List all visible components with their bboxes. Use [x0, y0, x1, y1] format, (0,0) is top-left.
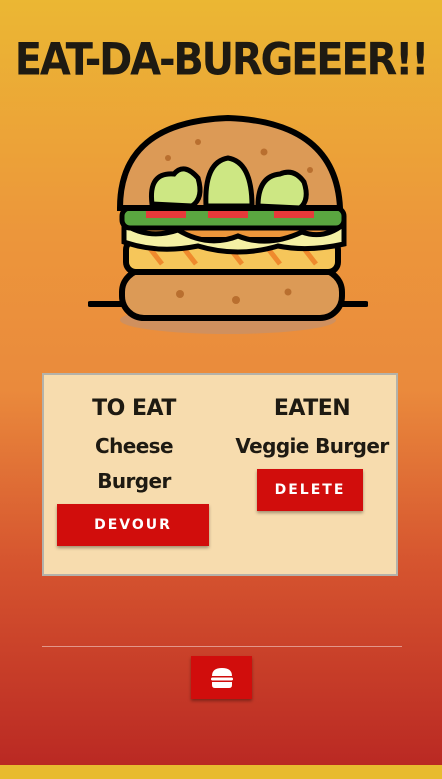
divider: [42, 646, 402, 647]
burger-illustration-icon: [88, 114, 368, 334]
burger-panel: TO EAT Cheese Burger DEVOUR EATEN Veggie…: [42, 373, 398, 576]
add-burger-button[interactable]: [191, 656, 252, 699]
delete-button[interactable]: DELETE: [257, 469, 363, 511]
to-eat-item-name: Cheese Burger: [95, 434, 174, 493]
eaten-item-name: Veggie Burger: [235, 434, 389, 458]
to-eat-title: TO EAT: [92, 396, 176, 421]
to-eat-column: TO EAT Cheese Burger: [58, 395, 210, 499]
devour-button[interactable]: DEVOUR: [57, 504, 209, 546]
page-title: EAT-DA-BURGEEER!!: [14, 34, 430, 86]
eaten-title: EATEN: [273, 396, 351, 421]
bottom-strip: [0, 765, 442, 779]
hamburger-icon: [210, 667, 233, 688]
eaten-column: EATEN Veggie Burger: [234, 395, 390, 464]
